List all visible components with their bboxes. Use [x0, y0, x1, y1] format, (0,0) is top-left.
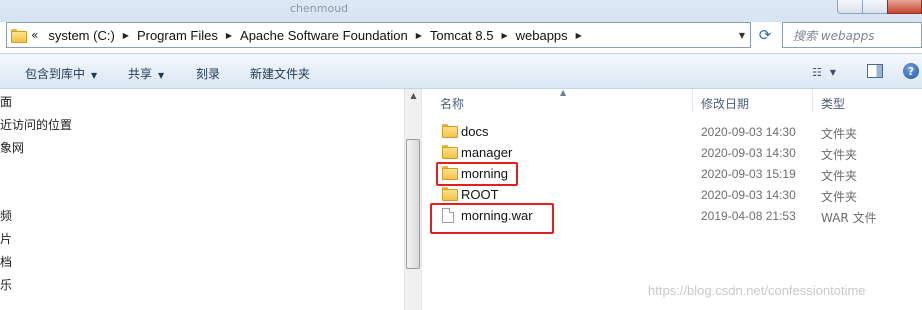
close-button[interactable]: [887, 0, 922, 14]
file-row[interactable]: ROOT 2020-09-03 14:30 文件夹: [438, 184, 918, 205]
file-date: 2020-09-03 14:30: [701, 146, 796, 160]
nav-item[interactable]: 片: [0, 230, 12, 247]
highlight-box: [436, 162, 518, 186]
share-button[interactable]: 共享 ▼: [128, 65, 164, 82]
button-label: 共享: [128, 67, 153, 81]
watermark: https://blog.csdn.net/confessiontotime: [648, 283, 866, 298]
column-divider[interactable]: [812, 89, 813, 113]
command-bar: 包含到库中 ▼ 共享 ▼ 刻录 新建文件夹 ☷ ▼ ?: [0, 53, 922, 89]
nav-scrollbar[interactable]: ▲: [404, 89, 421, 310]
chevron-down-icon: ▼: [158, 71, 165, 80]
scroll-up-icon[interactable]: ▲: [405, 91, 422, 100]
nav-item[interactable]: 频: [0, 207, 12, 224]
nav-item[interactable]: 面: [0, 93, 12, 110]
nav-item[interactable]: 档: [0, 253, 12, 270]
navigation-pane: 面 近访问的位置 象网 频 片 档 乐: [0, 89, 404, 310]
column-header-modified[interactable]: 修改日期: [701, 95, 749, 112]
burn-button[interactable]: 刻录: [196, 65, 220, 82]
file-type: WAR 文件: [821, 211, 877, 225]
scrollbar-thumb[interactable]: [406, 139, 420, 269]
help-icon[interactable]: ?: [903, 63, 919, 79]
column-headers: 名称 修改日期 类型: [424, 89, 922, 115]
column-header-name[interactable]: 名称: [440, 95, 464, 112]
breadcrumb-item[interactable]: Tomcat 8.5: [424, 28, 500, 43]
file-date: 2020-09-03 14:30: [701, 188, 796, 202]
include-in-library-button[interactable]: 包含到库中 ▼: [25, 65, 97, 82]
ghost-tab: chenmoud: [290, 2, 349, 15]
breadcrumb-arrow-icon[interactable]: ▶: [121, 31, 131, 40]
file-date: 2019-04-08 21:53: [701, 209, 796, 223]
new-folder-button[interactable]: 新建文件夹: [250, 65, 310, 82]
chevron-down-icon: ▼: [829, 67, 837, 77]
breadcrumb-arrow-icon[interactable]: ▶: [574, 31, 584, 40]
file-name: manager: [461, 145, 513, 160]
nav-item[interactable]: 象网: [0, 139, 24, 156]
breadcrumb-item[interactable]: Apache Software Foundation: [234, 28, 414, 43]
breadcrumb-arrow-icon[interactable]: ▶: [224, 31, 234, 40]
file-row[interactable]: docs 2020-09-03 14:30 文件夹: [438, 121, 918, 142]
file-type: 文件夹: [821, 169, 858, 183]
chevron-down-icon: ▼: [91, 71, 98, 80]
file-date: 2020-09-03 15:19: [701, 167, 796, 181]
file-name: ROOT: [461, 187, 499, 202]
file-type: 文件夹: [821, 190, 858, 204]
pane-splitter[interactable]: [421, 89, 424, 310]
file-row[interactable]: manager 2020-09-03 14:30 文件夹: [438, 142, 918, 163]
maximize-button[interactable]: [862, 0, 888, 14]
sort-ascending-icon: ▲: [560, 88, 567, 97]
folder-icon: [7, 26, 29, 44]
view-options-button[interactable]: ☷ ▼: [812, 64, 850, 80]
view-list-icon: ☷: [812, 65, 822, 79]
search-input[interactable]: 搜索 webapps: [782, 22, 922, 48]
folder-icon: [442, 187, 458, 201]
file-type: 文件夹: [821, 148, 858, 162]
nav-item[interactable]: 近访问的位置: [0, 116, 72, 133]
overflow-chevron[interactable]: «: [29, 28, 42, 42]
title-strip: chenmoud: [0, 0, 922, 22]
column-header-type[interactable]: 类型: [821, 95, 845, 112]
nav-item[interactable]: 乐: [0, 276, 12, 293]
folder-icon: [442, 124, 458, 138]
breadcrumb: system (C:) ▶ Program Files ▶ Apache Sof…: [42, 28, 583, 43]
folder-icon: [442, 145, 458, 159]
breadcrumb-item[interactable]: system (C:): [42, 28, 120, 43]
file-date: 2020-09-03 14:30: [701, 125, 796, 139]
breadcrumb-item[interactable]: webapps: [510, 28, 574, 43]
button-label: 包含到库中: [25, 67, 86, 81]
highlight-box: [430, 203, 554, 234]
preview-pane-icon[interactable]: [867, 64, 883, 78]
refresh-icon[interactable]: ⟳: [754, 24, 776, 46]
breadcrumb-arrow-icon[interactable]: ▶: [499, 31, 509, 40]
minimize-button[interactable]: [837, 0, 863, 14]
column-divider[interactable]: [692, 89, 693, 113]
chevron-down-icon[interactable]: ▼: [734, 23, 750, 47]
breadcrumb-item[interactable]: Program Files: [131, 28, 224, 43]
file-name: docs: [461, 124, 489, 139]
file-type: 文件夹: [821, 127, 858, 141]
breadcrumb-arrow-icon[interactable]: ▶: [414, 31, 424, 40]
address-bar[interactable]: « system (C:) ▶ Program Files ▶ Apache S…: [6, 22, 751, 48]
